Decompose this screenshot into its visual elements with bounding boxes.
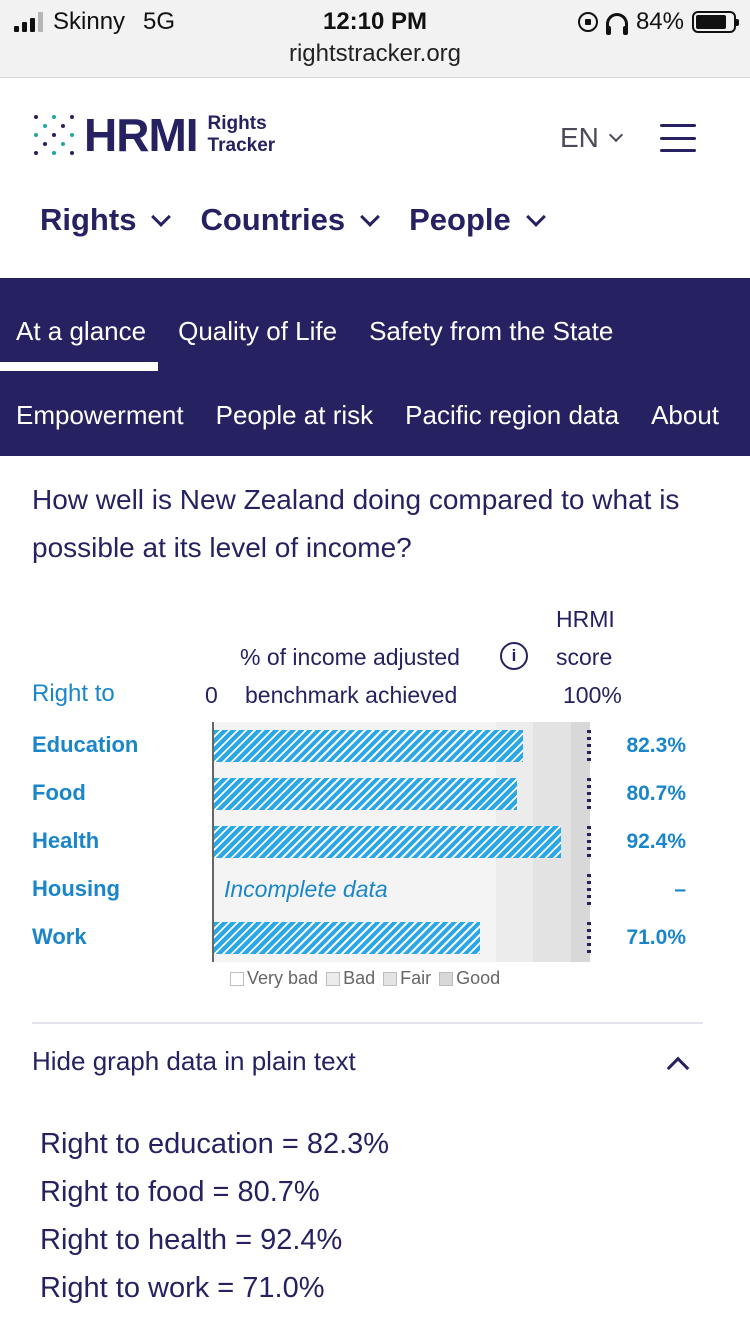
plain-text-line: Right to work = 71.0%	[40, 1272, 325, 1304]
legend-label: Very bad	[247, 968, 319, 988]
orientation-lock-icon	[577, 12, 598, 32]
legend-label: Fair	[400, 968, 432, 988]
nav-people-label: People	[409, 202, 511, 237]
nav-rights[interactable]: Rights	[40, 202, 172, 238]
address-bar[interactable]: rightstracker.org	[0, 40, 750, 68]
incomplete-data-label: Incomplete data	[224, 876, 388, 902]
benchmark-marker	[587, 874, 591, 906]
chevron-up-icon[interactable]	[666, 1056, 690, 1080]
bar-work[interactable]	[214, 922, 481, 954]
legend-swatch	[383, 971, 398, 986]
benchmark-marker	[587, 778, 591, 810]
benchmark-marker	[587, 730, 591, 762]
battery-percent: 84%	[635, 8, 684, 35]
row-label-work[interactable]: Work	[32, 924, 87, 950]
tab-row-2: Empowerment People at risk Pacific regio…	[0, 400, 735, 431]
bar-health[interactable]	[214, 826, 561, 858]
tab-row-1: At a glance Quality of Life Safety from …	[0, 316, 629, 347]
logo-sub-line-1: Rights	[207, 113, 267, 134]
score-education: 82.3%	[626, 734, 686, 757]
plain-text-toggle[interactable]: Hide graph data in plain text	[32, 1046, 356, 1077]
chevron-down-icon	[360, 207, 381, 227]
legend-label: Bad	[343, 968, 376, 988]
tab-at-a-glance[interactable]: At a glance	[0, 316, 162, 347]
score-housing: –	[674, 878, 686, 901]
legend-swatch	[439, 971, 454, 986]
legend-item-fair: Fair	[383, 968, 431, 989]
logo-sub-line-2: Tracker	[207, 135, 276, 156]
language-selector[interactable]: EN	[560, 122, 623, 154]
nav-people[interactable]: People	[409, 202, 546, 238]
axis-zero-label: 0	[205, 682, 218, 708]
bar-food[interactable]	[214, 778, 517, 810]
plain-text-line: Right to health = 92.4%	[40, 1224, 343, 1256]
divider	[32, 1022, 703, 1024]
nav-countries[interactable]: Countries	[200, 202, 381, 238]
score-health: 92.4%	[626, 830, 686, 853]
row-label-food[interactable]: Food	[32, 780, 86, 806]
bar-education[interactable]	[214, 730, 523, 762]
logo-dots-icon	[32, 113, 76, 157]
plain-text-line: Right to food = 80.7%	[40, 1176, 320, 1208]
plain-text-data: Right to education = 82.3% Right to food…	[40, 1120, 389, 1312]
legend-item-very-bad: Very bad	[230, 968, 318, 989]
benchmark-marker	[587, 826, 591, 858]
hrmi-logo[interactable]: HRMI Rights Tracker	[32, 112, 275, 158]
section-tabs: At a glance Quality of Life Safety from …	[0, 278, 750, 456]
hrmi-header-1: HRMI	[556, 606, 615, 632]
pct-header-2: benchmark achieved	[245, 682, 458, 708]
pct-header-1: % of income adjusted	[240, 644, 460, 670]
hrmi-header-2: score	[556, 644, 613, 670]
score-food: 80.7%	[626, 782, 686, 805]
tab-about[interactable]: About	[635, 400, 735, 431]
legend-swatch	[230, 971, 244, 986]
tab-people-at-risk[interactable]: People at risk	[200, 400, 390, 431]
row-label-health[interactable]: Health	[32, 828, 99, 854]
chevron-down-icon	[151, 207, 172, 227]
plain-text-line: Right to education = 82.3%	[40, 1128, 390, 1160]
tab-empowerment[interactable]: Empowerment	[0, 400, 200, 431]
active-tab-indicator	[0, 362, 158, 371]
menu-icon[interactable]	[660, 124, 696, 152]
nav-countries-label: Countries	[200, 202, 346, 237]
right-to-header: Right to	[32, 680, 115, 707]
battery-icon	[692, 11, 739, 33]
tab-pacific-region-data[interactable]: Pacific region data	[389, 400, 635, 431]
headphones-icon	[605, 13, 628, 35]
legend-item-bad: Bad	[326, 968, 375, 989]
legend-item-good: Good	[439, 968, 500, 989]
chevron-down-icon	[608, 127, 623, 143]
language-label: EN	[560, 122, 599, 153]
tab-safety-from-the-state[interactable]: Safety from the State	[353, 316, 629, 347]
main-nav: Rights Countries People	[40, 202, 546, 238]
axis-hundred-label: 100%	[563, 682, 622, 708]
status-icons: 84%	[577, 8, 739, 36]
row-label-education[interactable]: Education	[32, 732, 138, 758]
logo-subtitle: Rights Tracker	[208, 113, 276, 157]
info-icon[interactable]: i	[500, 642, 528, 670]
row-label-housing[interactable]: Housing	[32, 876, 120, 902]
score-work: 71.0%	[626, 926, 686, 949]
legend-swatch	[326, 971, 341, 986]
logo-wordmark: HRMI	[84, 109, 199, 161]
chart-legend: Very bad Bad Fair Good	[230, 968, 500, 989]
chevron-down-icon	[525, 207, 546, 227]
status-bar: Skinny 5G 12:10 PM rightstracker.org 84%	[0, 0, 750, 78]
benchmark-marker	[587, 922, 591, 954]
tab-quality-of-life[interactable]: Quality of Life	[162, 316, 353, 347]
nav-rights-label: Rights	[40, 202, 137, 237]
page-question: How well is New Zealand doing compared t…	[32, 484, 680, 563]
legend-label: Good	[456, 968, 501, 988]
